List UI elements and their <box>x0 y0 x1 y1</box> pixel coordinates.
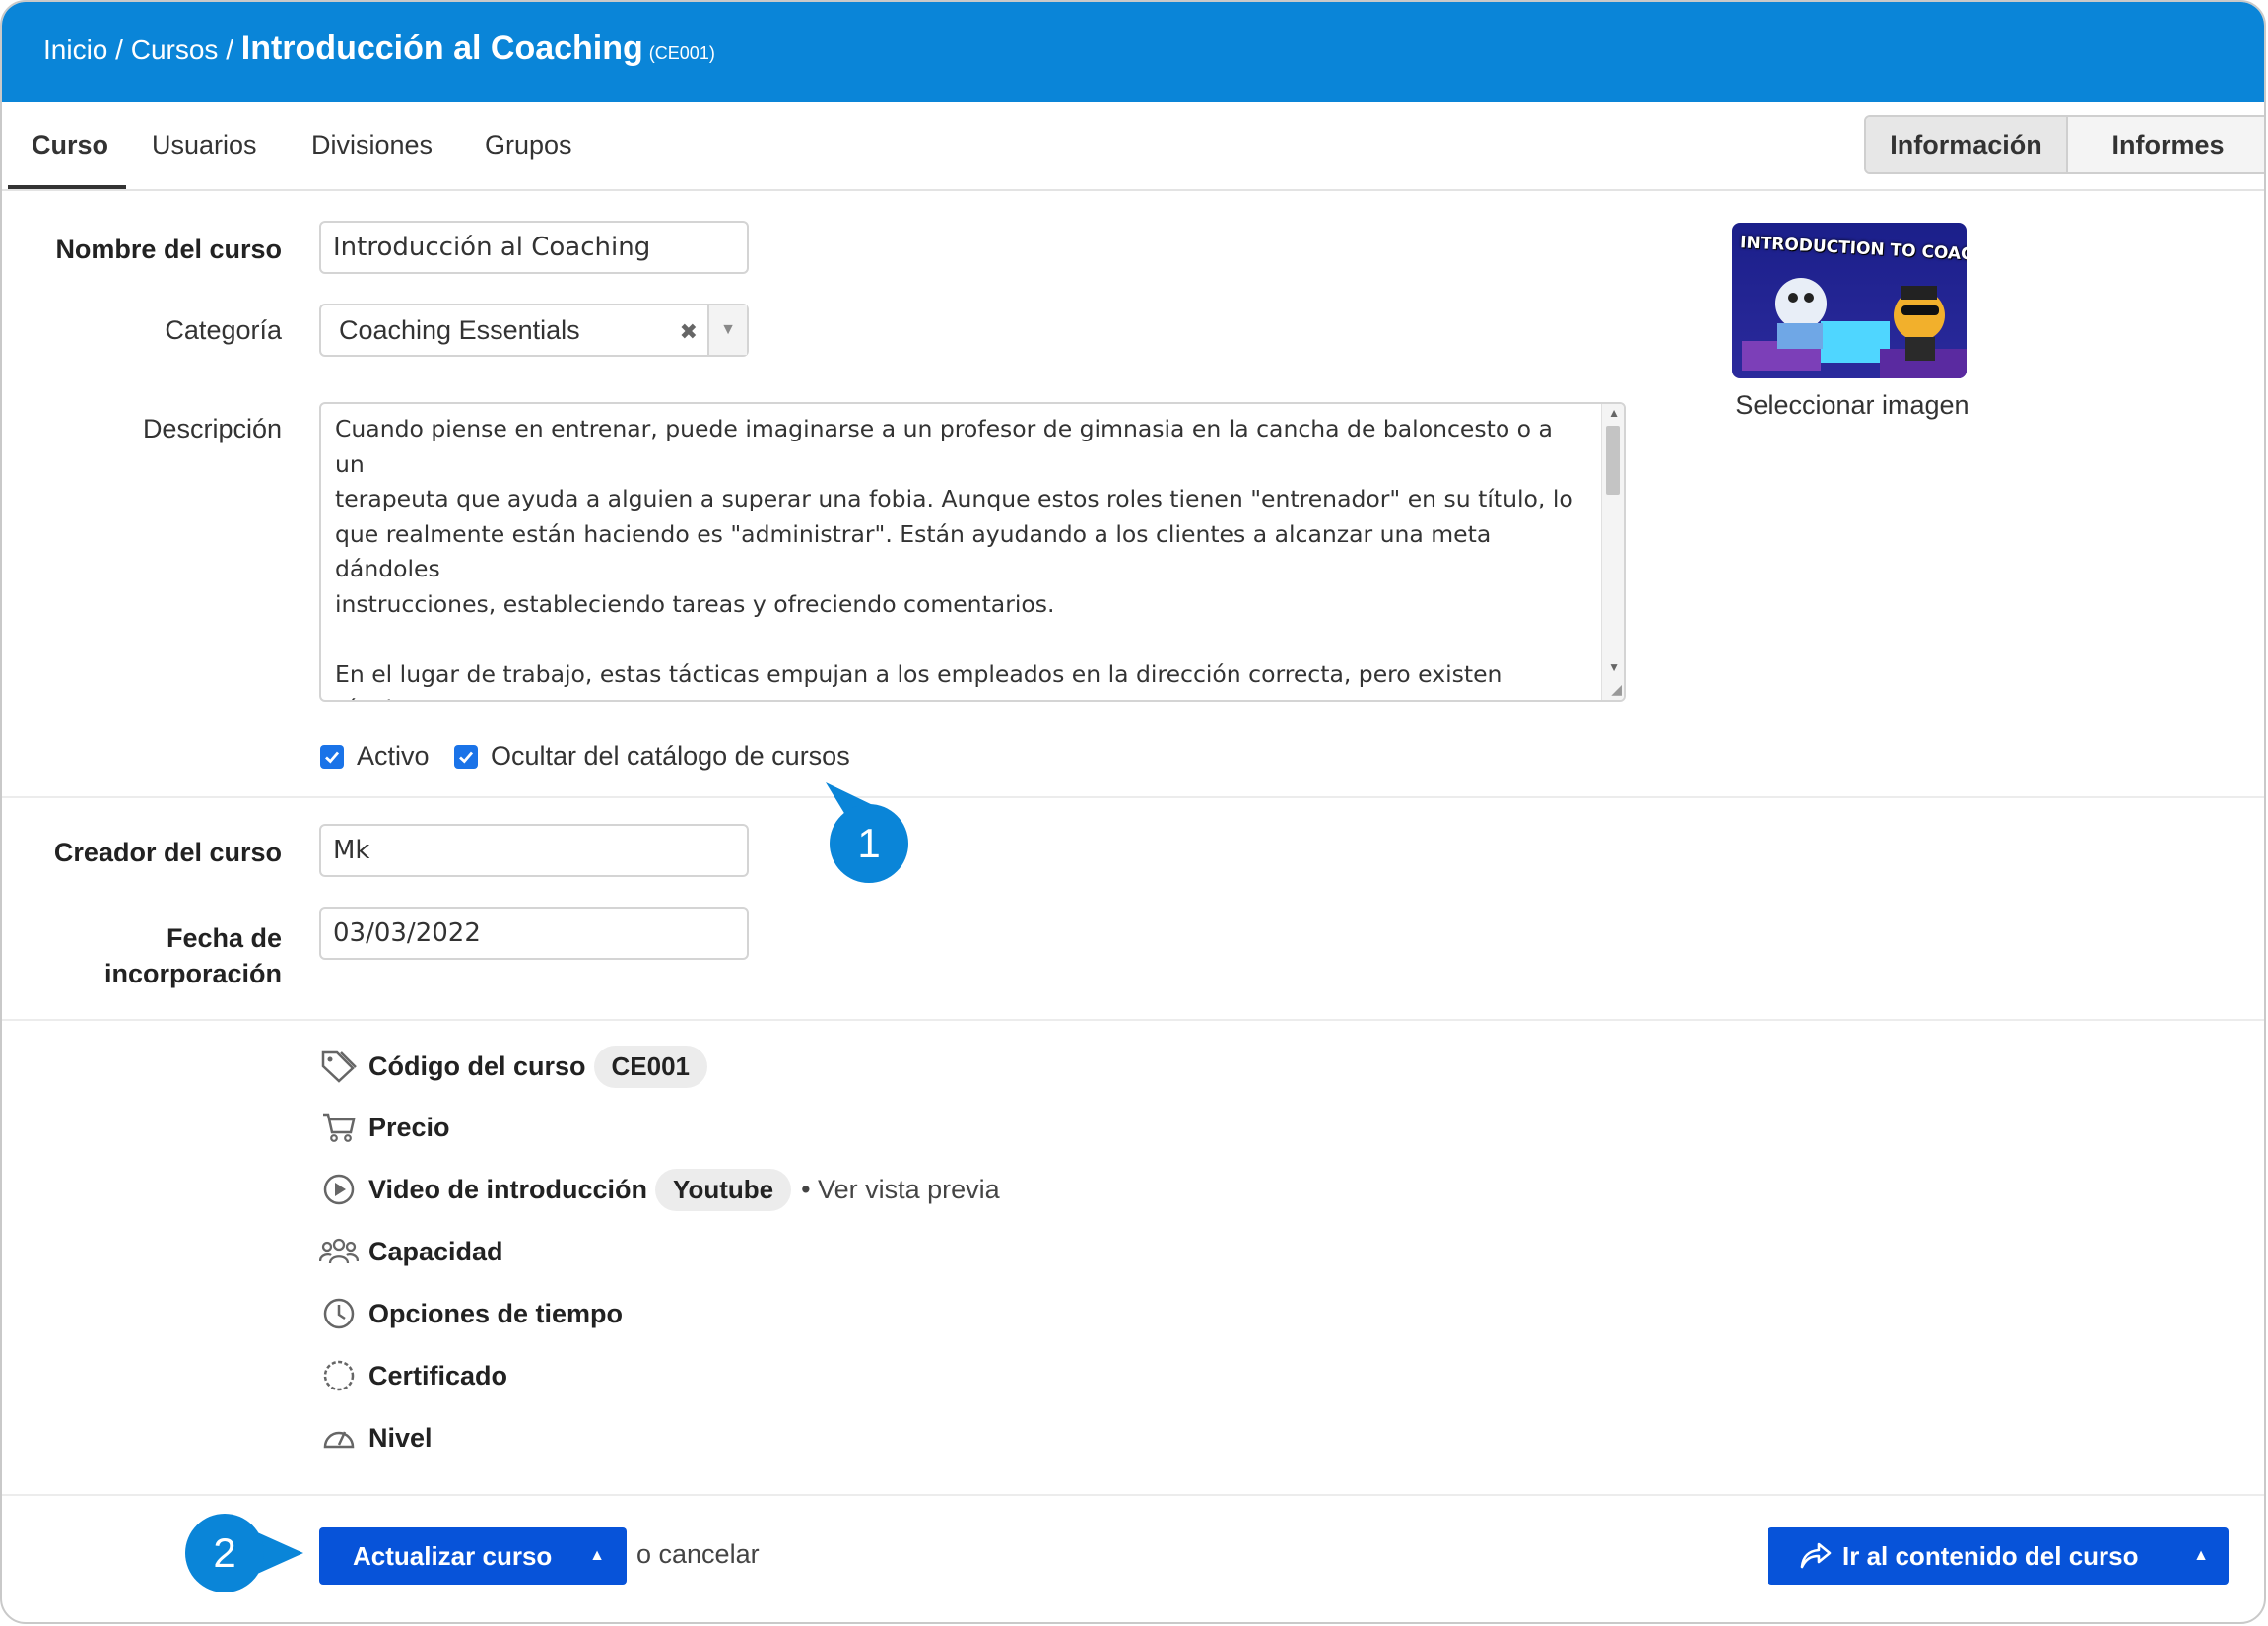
breadcrumb-courses[interactable]: Cursos <box>131 34 219 65</box>
intro-video-label: Video de introducción <box>368 1174 648 1204</box>
callout-badge-1: 1 <box>830 804 908 883</box>
section-divider <box>2 1019 2264 1021</box>
play-circle-icon <box>319 1170 359 1209</box>
update-course-button[interactable]: Actualizar curso ▲ <box>319 1527 627 1585</box>
capacity-row[interactable]: Capacidad <box>319 1230 503 1273</box>
tab-divisions[interactable]: Divisiones <box>311 130 433 161</box>
category-value: Coaching Essentials <box>339 314 580 345</box>
breadcrumb-home[interactable]: Inicio <box>43 34 107 65</box>
callout-badge-2: 2 <box>185 1514 264 1592</box>
breadcrumb: Inicio / Cursos / Introducción al Coachi… <box>43 30 715 68</box>
preview-link[interactable]: • Ver vista previa <box>801 1175 1000 1205</box>
course-thumbnail[interactable]: INTRODUCTION TO COACHING <box>1732 223 1967 378</box>
active-checkbox[interactable] <box>320 745 344 769</box>
join-date-input[interactable]: 03/03/2022 <box>319 907 749 960</box>
price-label: Precio <box>368 1112 450 1142</box>
creator-label: Creador del curso <box>53 838 282 867</box>
tab-users[interactable]: Usuarios <box>152 130 257 161</box>
users-icon <box>319 1232 359 1271</box>
price-row[interactable]: Precio <box>319 1106 450 1149</box>
join-date-label-line2: incorporación <box>103 959 282 988</box>
course-code-small: (CE001) <box>648 43 715 63</box>
hide-catalog-label[interactable]: Ocultar del catálogo de cursos <box>491 741 850 772</box>
clock-icon <box>319 1294 359 1333</box>
scroll-up-icon[interactable]: ▲ <box>1608 406 1620 420</box>
go-to-content-button[interactable]: Ir al contenido del curso ▲ <box>1768 1527 2229 1585</box>
hide-catalog-checkbox[interactable] <box>454 745 478 769</box>
clear-icon[interactable]: ✖ <box>680 319 698 345</box>
tab-divider <box>2 189 2264 191</box>
level-label: Nivel <box>368 1422 433 1453</box>
cart-icon <box>319 1108 359 1147</box>
go-to-content-label: Ir al contenido del curso <box>1842 1540 2139 1571</box>
update-course-label: Actualizar curso <box>353 1540 553 1571</box>
category-select[interactable]: Coaching Essentials ✖ ▼ <box>319 304 749 357</box>
tab-groups[interactable]: Grupos <box>485 130 572 161</box>
caret-up-icon[interactable]: ▲ <box>567 1527 627 1585</box>
course-code-badge: CE001 <box>593 1045 708 1088</box>
reports-button[interactable]: Informes <box>2068 117 2264 172</box>
resize-handle-icon[interactable]: ◢ <box>1611 681 1622 698</box>
description-label: Descripción <box>142 414 282 443</box>
page-title: Introducción al Coaching <box>240 30 643 67</box>
creator-input[interactable]: Mk <box>319 824 749 877</box>
course-code-row[interactable]: Código del curso CE001 <box>319 1045 708 1088</box>
chevron-down-icon[interactable]: ▼ <box>707 305 747 355</box>
intro-video-row[interactable]: Video de introducción Youtube • Ver vist… <box>319 1168 1000 1211</box>
view-toggle: Información Informes <box>1864 115 2264 174</box>
scroll-down-icon[interactable]: ▼ <box>1608 660 1620 674</box>
select-image-link[interactable]: Seleccionar imagen <box>1724 390 1980 421</box>
join-date-label: Fecha de incorporación <box>6 920 282 991</box>
breadcrumb-separator: / <box>226 34 233 65</box>
info-button[interactable]: Información <box>1866 117 2068 172</box>
gauge-icon <box>319 1418 359 1457</box>
certificate-icon <box>319 1356 359 1395</box>
cancel-link[interactable]: o cancelar <box>636 1539 760 1570</box>
course-name-input[interactable]: Introducción al Coaching <box>319 221 749 274</box>
tab-course[interactable]: Curso <box>32 130 108 161</box>
active-label[interactable]: Activo <box>357 741 430 772</box>
header-bar: Inicio / Cursos / Introducción al Coachi… <box>2 2 2264 102</box>
app-window: Inicio / Cursos / Introducción al Coachi… <box>0 0 2266 1624</box>
breadcrumb-separator: / <box>115 34 123 65</box>
description-text: Cuando piense en entrenar, puede imagina… <box>335 415 1573 700</box>
description-scrollbar[interactable]: ▲ ▼ <box>1601 404 1624 700</box>
certificate-row[interactable]: Certificado <box>319 1354 507 1397</box>
category-label: Categoría <box>165 315 282 345</box>
time-options-label: Opciones de tiempo <box>368 1298 624 1328</box>
capacity-label: Capacidad <box>368 1236 503 1266</box>
video-source-badge: Youtube <box>655 1168 792 1211</box>
course-code-label: Código del curso <box>368 1050 586 1081</box>
description-textarea[interactable]: Cuando piense en entrenar, puede imagina… <box>319 402 1626 702</box>
certificate-label: Certificado <box>368 1360 508 1390</box>
join-date-label-line1: Fecha de <box>166 923 282 953</box>
tag-icon <box>319 1047 359 1086</box>
scroll-thumb[interactable] <box>1606 426 1620 495</box>
caret-up-icon[interactable]: ▲ <box>2173 1527 2229 1585</box>
section-divider <box>2 796 2264 798</box>
level-row[interactable]: Nivel <box>319 1416 433 1459</box>
footer-divider <box>2 1494 2264 1496</box>
course-name-label: Nombre del curso <box>55 235 282 264</box>
time-options-row[interactable]: Opciones de tiempo <box>319 1292 623 1335</box>
share-arrow-icon <box>1800 1542 1832 1569</box>
